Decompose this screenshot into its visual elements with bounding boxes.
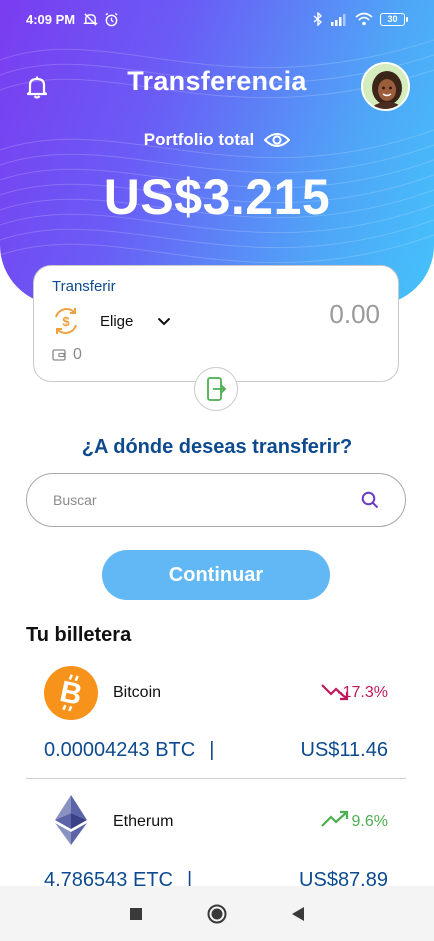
search-field[interactable]: [26, 473, 406, 527]
svg-text:$: $: [62, 314, 70, 329]
continue-button[interactable]: Continuar: [102, 550, 330, 600]
asset-amount: 0.00004243 BTC: [44, 739, 196, 761]
currency-exchange-icon: $: [55, 308, 77, 334]
avatar[interactable]: [361, 62, 410, 111]
list-item-bitcoin[interactable]: B Bitcoin -17.3% 0.00004243 BTC | US$11.…: [26, 664, 406, 772]
mute-icon: [83, 12, 98, 26]
search-input[interactable]: [53, 492, 361, 508]
asset-usd-value: US$11.46: [300, 739, 388, 761]
portfolio-row: Portfolio total: [0, 130, 434, 150]
asset-name: Bitcoin: [113, 684, 162, 701]
portfolio-balance: US$3.215: [103, 169, 331, 225]
chevron-down-icon: [158, 317, 171, 326]
asset-holding-row: 0.00004243 BTC | US$11.46: [44, 739, 388, 762]
battery-icon: 30: [380, 12, 408, 26]
amount-value[interactable]: 0.00: [329, 299, 380, 330]
divider: [26, 778, 406, 779]
portfolio-label: Portfolio total: [143, 130, 255, 149]
asset-change: -17.3%: [337, 684, 388, 701]
ethereum-icon: [55, 795, 87, 845]
asset-select[interactable]: Elige: [100, 313, 171, 330]
transfer-card: Transferir $ Elige 0.00 0: [33, 265, 399, 382]
recents-icon[interactable]: [129, 907, 143, 921]
phone-transfer-icon: [207, 377, 227, 401]
transfer-label: Transferir: [52, 278, 116, 295]
wallet-icon: [52, 349, 66, 361]
system-nav-bar: [0, 886, 434, 941]
asset-separator: |: [209, 739, 215, 761]
wallet-title: Tu billetera: [26, 624, 132, 646]
asset-select-value: Elige: [100, 313, 134, 330]
search-icon[interactable]: [361, 491, 379, 509]
asset-name: Etherum: [113, 813, 174, 830]
bluetooth-icon: [313, 12, 323, 26]
wave-pattern: [0, 39, 434, 264]
header-background: [0, 0, 434, 305]
signal-icon: [331, 13, 346, 26]
back-icon[interactable]: [291, 906, 305, 922]
status-time: 4:09 PM: [26, 11, 76, 27]
home-icon[interactable]: [207, 904, 227, 924]
alarm-icon: [105, 12, 118, 26]
wifi-icon: [355, 12, 373, 26]
wallet-balance: 0: [73, 346, 82, 363]
status-bar: 4:09 PM 30: [26, 8, 408, 30]
asset-change: 9.6%: [351, 813, 388, 830]
destination-question: ¿A dónde deseas transferir?: [81, 436, 353, 458]
bitcoin-icon: B: [44, 666, 98, 720]
battery-level: 30: [387, 13, 398, 24]
list-item-ethereum[interactable]: Etherum 9.6% 4.786543 ETC | US$87.89: [26, 793, 406, 893]
trend-up-icon: [321, 810, 349, 827]
transfer-action-button[interactable]: [194, 367, 238, 411]
eye-icon[interactable]: [264, 131, 291, 149]
